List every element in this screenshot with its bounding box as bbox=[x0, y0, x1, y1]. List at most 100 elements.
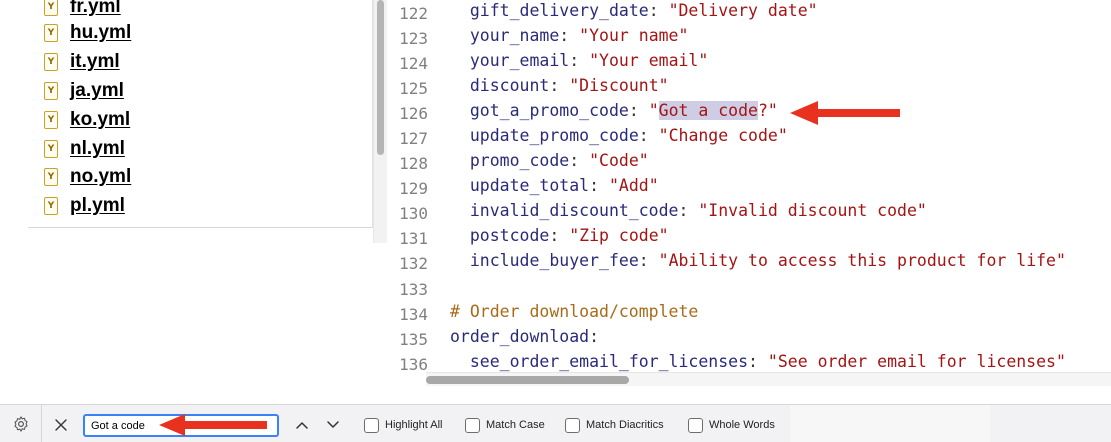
yaml-value: "Delivery date" bbox=[668, 1, 818, 20]
yaml-value: "Add" bbox=[608, 176, 659, 195]
close-find-bar-button[interactable] bbox=[50, 414, 72, 436]
highlight-all-option[interactable]: Highlight All bbox=[364, 415, 442, 435]
file-tree-item[interactable]: Y ja.yml bbox=[44, 77, 124, 105]
file-tree-item[interactable]: Y it.yml bbox=[44, 48, 120, 76]
code-line: gift_delivery_date: "Delivery date" bbox=[450, 1, 818, 26]
whole-words-option[interactable]: Whole Words bbox=[688, 415, 775, 435]
yaml-value-rest: ?" bbox=[757, 101, 778, 120]
code-line: your_email: "Your email" bbox=[450, 51, 708, 76]
line-number: 127 bbox=[399, 129, 428, 148]
file-tree-item[interactable]: Y pl.yml bbox=[44, 192, 125, 220]
yaml-value: "Ability to access this product for life… bbox=[658, 251, 1066, 270]
yaml-file-icon: Y bbox=[44, 111, 58, 129]
scrollbar-thumb[interactable] bbox=[377, 0, 384, 155]
line-number: 136 bbox=[399, 355, 428, 374]
match-case-option[interactable]: Match Case bbox=[465, 415, 545, 435]
yaml-value: "Change code" bbox=[658, 126, 788, 145]
editor-horizontal-scrollbar[interactable] bbox=[426, 372, 1111, 386]
yaml-value: "Code" bbox=[589, 151, 649, 170]
file-name[interactable]: fr.yml bbox=[70, 0, 121, 18]
file-name[interactable]: no.yml bbox=[70, 166, 131, 188]
option-label: Whole Words bbox=[709, 419, 775, 431]
gear-icon bbox=[13, 416, 28, 432]
line-number: 130 bbox=[399, 204, 428, 223]
option-label: Match Case bbox=[486, 419, 545, 431]
code-line: update_total: "Add" bbox=[450, 176, 659, 201]
code-editor[interactable]: 122 123 124 125 126 127 128 129 130 131 … bbox=[388, 0, 1111, 386]
code-line: your_name: "Your name" bbox=[450, 26, 689, 51]
line-number: 129 bbox=[399, 179, 428, 198]
code-line: promo_code: "Code" bbox=[450, 151, 649, 176]
yaml-key: your_email bbox=[469, 51, 570, 70]
yaml-key: got_a_promo_code bbox=[469, 101, 629, 120]
line-number: 135 bbox=[399, 330, 428, 349]
yaml-key: update_total bbox=[469, 176, 590, 195]
yaml-key: your_name bbox=[469, 26, 560, 45]
file-tree-item[interactable]: Y nl.yml bbox=[44, 135, 125, 163]
file-tree-scrollbar[interactable] bbox=[373, 0, 387, 243]
line-number: 128 bbox=[399, 154, 428, 173]
line-number: 131 bbox=[399, 229, 428, 248]
match-diacritics-option[interactable]: Match Diacritics bbox=[565, 415, 664, 435]
yaml-comment: # Order download/complete bbox=[450, 302, 699, 321]
yaml-value: "See order email for licenses" bbox=[767, 352, 1066, 371]
line-number: 123 bbox=[399, 29, 428, 48]
code-line-with-match: got_a_promo_code: "Got a code?" bbox=[450, 101, 778, 126]
line-number: 125 bbox=[399, 79, 428, 98]
annotation-arrow-to-find-input bbox=[159, 414, 267, 436]
yaml-key: gift_delivery_date bbox=[469, 1, 649, 20]
find-previous-button[interactable] bbox=[292, 415, 312, 435]
chevron-up-icon bbox=[296, 422, 308, 429]
line-number: 126 bbox=[399, 104, 428, 123]
yaml-key: promo_code bbox=[469, 151, 570, 170]
file-tree-item[interactable]: Y fr.yml bbox=[44, 0, 121, 21]
yaml-file-icon: Y bbox=[44, 140, 58, 158]
code-line: update_promo_code: "Change code" bbox=[450, 126, 788, 151]
option-label: Highlight All bbox=[385, 419, 443, 431]
yaml-key: include_buyer_fee bbox=[469, 251, 639, 270]
code-line: invalid_discount_code: "Invalid discount… bbox=[450, 201, 927, 226]
yaml-value: "Your name" bbox=[579, 26, 689, 45]
file-name[interactable]: pl.yml bbox=[70, 195, 125, 217]
yaml-key: discount bbox=[469, 76, 550, 95]
yaml-file-icon: Y bbox=[44, 168, 58, 186]
code-area[interactable]: gift_delivery_date: "Delivery date" your… bbox=[450, 0, 1111, 372]
code-line: include_buyer_fee: "Ability to access th… bbox=[450, 251, 1066, 276]
file-tree-item[interactable]: Y ko.yml bbox=[44, 106, 130, 134]
match-case-checkbox[interactable] bbox=[465, 417, 480, 433]
file-name[interactable]: ko.yml bbox=[70, 109, 130, 131]
line-number: 122 bbox=[399, 4, 428, 23]
highlight-all-checkbox[interactable] bbox=[364, 417, 379, 433]
scrollbar-thumb[interactable] bbox=[426, 376, 629, 384]
yaml-value: "Invalid discount code" bbox=[698, 201, 927, 220]
file-name[interactable]: it.yml bbox=[70, 51, 120, 73]
match-diacritics-checkbox[interactable] bbox=[565, 417, 580, 433]
chevron-down-icon bbox=[327, 421, 339, 428]
line-number: 132 bbox=[399, 254, 428, 273]
file-tree-item[interactable]: Y no.yml bbox=[44, 163, 131, 191]
file-tree-item[interactable]: Y hu.yml bbox=[44, 19, 131, 47]
yaml-file-icon: Y bbox=[44, 53, 58, 71]
file-name[interactable]: nl.yml bbox=[70, 138, 125, 160]
file-name[interactable]: ja.yml bbox=[70, 80, 124, 102]
line-number: 133 bbox=[399, 280, 428, 299]
yaml-file-icon: Y bbox=[44, 82, 58, 100]
line-number: 124 bbox=[399, 54, 428, 73]
find-settings-button[interactable] bbox=[0, 405, 42, 442]
code-line: order_download: bbox=[450, 327, 600, 346]
search-match-highlight: Got a code bbox=[658, 101, 758, 120]
file-name[interactable]: hu.yml bbox=[70, 22, 131, 44]
whole-words-checkbox[interactable] bbox=[688, 417, 703, 433]
line-number-gutter: 122 123 124 125 126 127 128 129 130 131 … bbox=[388, 0, 428, 374]
yaml-value-quote: " bbox=[648, 101, 659, 120]
yaml-file-icon: Y bbox=[44, 197, 58, 215]
yaml-value: "Zip code" bbox=[569, 226, 669, 245]
find-next-button[interactable] bbox=[323, 415, 343, 435]
